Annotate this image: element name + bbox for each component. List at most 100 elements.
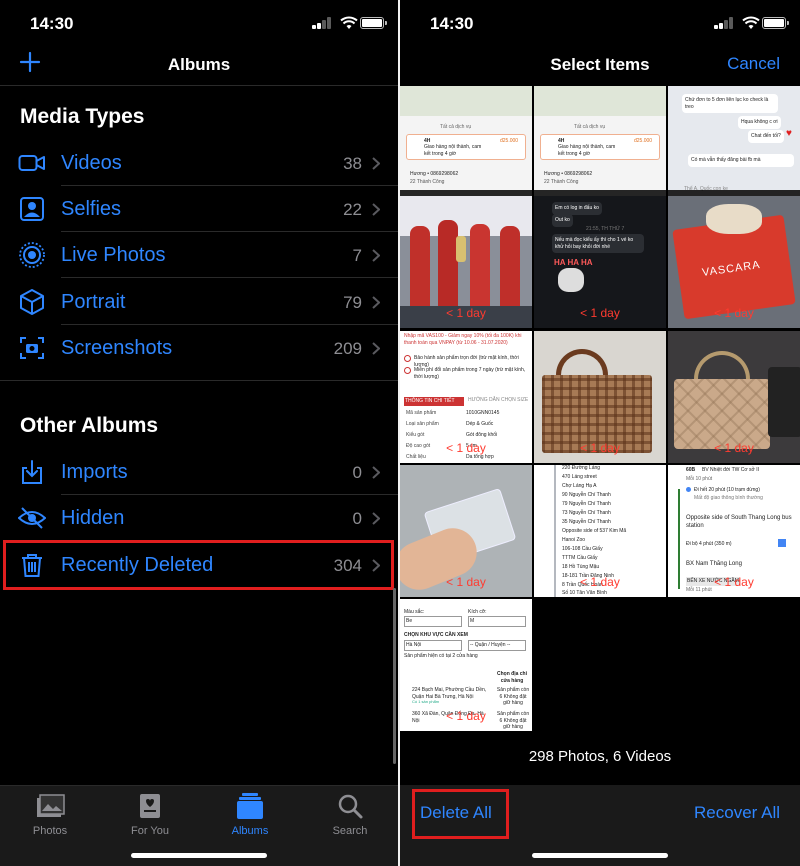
album-count: 7: [352, 246, 362, 265]
photo-thumbnail[interactable]: Em có log in đấu ko Out ko 21:55, TH THỨ…: [534, 196, 666, 328]
page-title: Albums: [167, 55, 231, 74]
chevron-right-icon: [372, 296, 380, 309]
thumb-text: Đi hết 20 phút (10 trạm dừng): [694, 487, 760, 493]
thumb-text: HƯỚNG DẪN CHỌN SIZE: [468, 397, 529, 403]
recently-deleted-highlight: [3, 540, 394, 590]
portrait-cube-icon: [20, 289, 44, 315]
album-label: Live Photos: [61, 244, 166, 266]
select-items-screen: 14:30 Select Items Cancel Tất cả dịch vụ…: [400, 0, 800, 866]
thumb-text: THÔNG TIN CHI TIẾT: [404, 397, 464, 406]
photo-thumbnail[interactable]: Màu sắc: Kích cỡ: Be M CHỌN KHU VỰC CẦN …: [400, 599, 532, 731]
album-label: Hidden: [61, 507, 125, 529]
thumb-text: Nhập mã VAS100 - Giảm ngay 10% (tối đa 1…: [404, 333, 522, 346]
photos-icon: [37, 794, 65, 817]
thumb-text: Opposite side of 537 Kim Mã: [562, 528, 627, 534]
tab-albums[interactable]: Albums: [200, 792, 300, 842]
recover-all-button[interactable]: Recover All: [694, 803, 780, 823]
delete-all-highlight: [412, 789, 509, 839]
album-row-live-photos[interactable]: Live Photos 7: [0, 232, 398, 278]
thumb-text: BV Nhiệt đới TW Cơ sở II: [702, 467, 759, 473]
photo-thumbnail[interactable]: 60B BV Nhiệt đới TW Cơ sở II Mỗi 10 phút…: [668, 465, 800, 597]
days-remaining: < 1 day: [446, 575, 486, 589]
thumb-text: đ25.000: [634, 138, 653, 144]
days-remaining: < 1 day: [580, 441, 620, 455]
status-time: 14:30: [430, 14, 474, 33]
thumb-text: Nếu mà đọc kiểu ấy thì cho 1 vé ko khử h…: [552, 234, 644, 253]
thumb-text: Dép & Guốc: [466, 421, 494, 427]
status-time: 14:30: [30, 14, 74, 33]
thumb-text: 470 Láng street: [562, 474, 597, 480]
days-remaining: < 1 day: [580, 575, 620, 589]
status-bar: 14:30: [0, 0, 398, 44]
album-row-selfies[interactable]: Selfies 22: [0, 186, 398, 232]
album-count: 22: [343, 200, 362, 219]
battery-icon: [360, 17, 387, 29]
album-row-screenshots[interactable]: Screenshots 209: [0, 325, 398, 371]
select-nav-bar: Select Items Cancel: [400, 44, 800, 86]
thumb-text: Sản phẩm hiện có tại 2 cửa hàng: [404, 653, 478, 659]
album-label: Selfies: [61, 198, 122, 220]
thumb-text: Có mà vẫn thấy đăng bài fb mà: [688, 154, 794, 167]
chevron-right-icon: [372, 512, 380, 525]
days-remaining: < 1 day: [580, 306, 620, 320]
cancel-button[interactable]: Cancel: [727, 54, 780, 74]
scrollbar[interactable]: [393, 588, 396, 764]
thumb-text: CHỌN KHU VỰC CẦN XEM: [404, 632, 468, 638]
row-divider: [61, 277, 398, 278]
thumb-text: Hương • 0869298062: [544, 171, 593, 177]
thumb-text: đ25.000: [500, 138, 519, 144]
eye-slash-icon: [18, 507, 46, 529]
thumb-text: Mỗi 10 phút: [686, 476, 713, 482]
media-types-heading: Media Types: [20, 105, 145, 128]
thumb-text: Đi bộ 4 phút (350 m): [686, 541, 732, 547]
tab-label: Albums: [231, 825, 269, 837]
days-remaining: < 1 day: [714, 441, 754, 455]
thumb-text: Kích cỡ:: [468, 609, 487, 615]
thumb-text: Màu sắc:: [404, 609, 425, 615]
photo-thumbnail[interactable]: < 1 day: [668, 331, 800, 463]
tab-search[interactable]: Search: [300, 792, 398, 842]
thumb-text: Miễn phí đổi sản phẩm trong 7 ngày (trừ …: [414, 367, 526, 380]
tab-label: Photos: [32, 825, 68, 837]
tab-for-you[interactable]: For You: [100, 792, 200, 842]
album-count: 38: [343, 154, 362, 173]
tab-photos[interactable]: Photos: [0, 792, 100, 842]
import-icon: [22, 460, 42, 484]
cellular-signal-icon: [714, 17, 734, 29]
photo-thumbnail[interactable]: 220 Đường Láng 470 Láng street Chợ Láng …: [534, 465, 666, 597]
photo-thumbnail[interactable]: < 1 day: [400, 196, 532, 328]
photo-thumbnail[interactable]: Nhập mã VAS100 - Giảm ngay 10% (tối đa 1…: [400, 331, 532, 463]
album-row-imports[interactable]: Imports 0: [0, 449, 398, 495]
thumb-text: BX Nam Thăng Long: [686, 561, 742, 567]
thumb-text: Sản phẩm còn 6 Không đặt giữ hàng: [496, 687, 530, 706]
album-row-videos[interactable]: Videos 38: [0, 140, 398, 186]
chevron-right-icon: [372, 466, 380, 479]
albums-icon: [237, 793, 263, 819]
days-remaining: < 1 day: [446, 306, 486, 320]
album-row-hidden[interactable]: Hidden 0: [0, 495, 398, 541]
thumb-text: -- Quận / Huyện --: [468, 640, 526, 651]
chevron-right-icon: [372, 203, 380, 216]
photo-thumbnail[interactable]: < 1 day: [400, 465, 532, 597]
album-count: 79: [343, 293, 362, 312]
tab-label: Search: [332, 825, 368, 837]
thumb-text: Giao hàng nội thành, cam kết trong 4 giờ: [424, 144, 482, 157]
home-indicator: [532, 853, 668, 858]
thumb-text: Số 10 Tân Văn Bình: [562, 590, 607, 596]
section-divider: [0, 380, 398, 381]
thumb-text: Chat đến tối?: [748, 130, 784, 143]
status-bar: 14:30: [400, 0, 800, 44]
thumb-text: 35 Nguyễn Chí Thanh: [562, 519, 611, 525]
thumb-text: Hqua không c ơi: [738, 116, 781, 129]
chevron-right-icon: [372, 249, 380, 262]
thumb-text: M: [468, 616, 526, 627]
thumb-text: Chứ đơn to 5 đơn liên lục ko check là tr…: [682, 94, 778, 113]
photo-thumbnail[interactable]: VASCARA < 1 day: [668, 196, 800, 328]
album-count: 0: [352, 509, 362, 528]
album-row-portrait[interactable]: Portrait 79: [0, 279, 398, 325]
photo-thumbnail[interactable]: < 1 day: [534, 331, 666, 463]
thumb-text: Hương • 0869298062: [410, 171, 459, 177]
tab-bar: Photos For You Albums Search: [0, 785, 398, 866]
thumb-text: 220 Đường Láng: [562, 465, 601, 471]
album-label: Portrait: [61, 291, 126, 313]
